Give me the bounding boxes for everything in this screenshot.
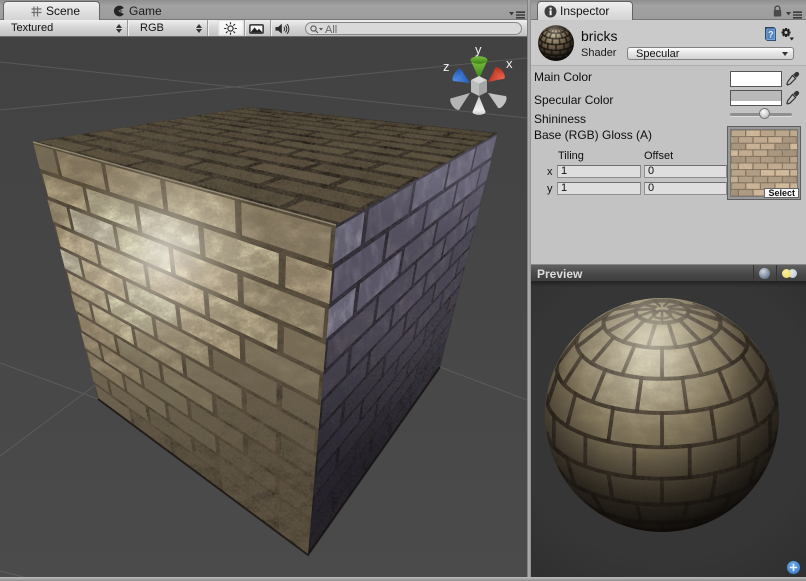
svg-text:y: y [475,42,482,57]
svg-text:?: ? [768,30,774,40]
svg-text:z: z [443,59,450,74]
svg-text:x: x [506,56,513,71]
